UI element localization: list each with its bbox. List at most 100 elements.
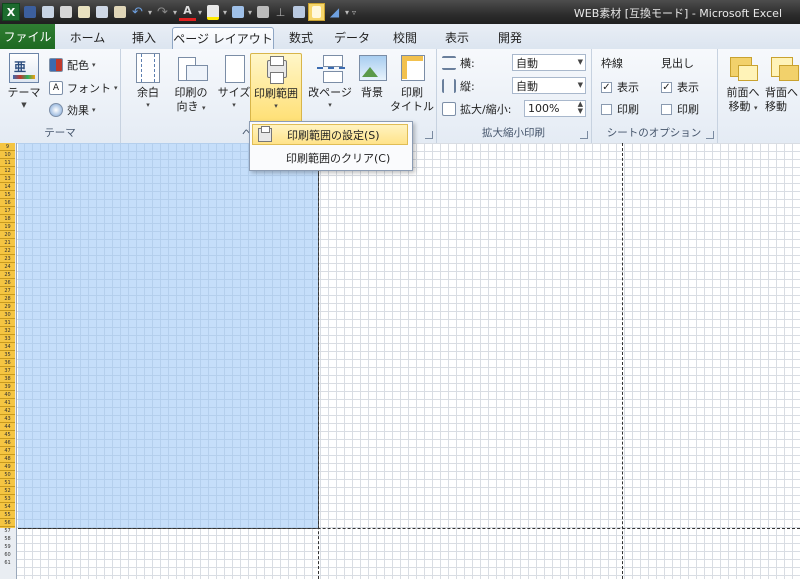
row-number[interactable]: 61 [0,559,15,567]
copy-icon[interactable] [93,3,110,21]
row-number[interactable]: 27 [0,287,15,295]
row-number[interactable]: 9 [0,143,15,151]
row-number[interactable]: 36 [0,359,15,367]
print-area-button[interactable]: 印刷範囲 ▾ [250,53,302,125]
picture-dropdown-icon[interactable]: ▾ [247,3,253,21]
row-number[interactable]: 43 [0,415,15,423]
themes-button[interactable]: 亜 テーマ ▼ [2,53,46,123]
format-painter-icon[interactable] [111,3,128,21]
font-color-dropdown-icon[interactable]: ▾ [197,3,203,21]
margins-button[interactable]: 余白 ▾ [126,53,170,123]
theme-effects-button[interactable]: 効果 ▾ [49,100,96,120]
row-number[interactable]: 17 [0,207,15,215]
tab-data[interactable]: データ [331,27,373,48]
tab-file[interactable]: ファイル [0,24,55,49]
tab-page-layout[interactable]: ページ レイアウト [172,27,274,49]
gridlines-view-checkbox[interactable]: ✓ 表示 [601,77,639,97]
headings-print-checkbox[interactable]: 印刷 [661,99,699,119]
tab-home[interactable]: ホーム [65,27,110,48]
redo-icon[interactable]: ↷ [154,3,171,21]
row-number[interactable]: 26 [0,279,15,287]
bring-forward-button[interactable]: 前面へ 移動 ▾ [723,53,763,123]
tab-view[interactable]: 表示 [436,27,478,48]
sheet-options-dialog-launcher-icon[interactable] [706,131,714,139]
row-number[interactable]: 28 [0,295,15,303]
row-number[interactable]: 47 [0,447,15,455]
menu-item-set-print-area[interactable]: 印刷範囲の設定(S) [252,124,408,145]
page-layout-view-icon[interactable] [308,3,325,21]
row-number[interactable]: 40 [0,391,15,399]
row-number[interactable]: 13 [0,175,15,183]
fill-color-dropdown-icon[interactable]: ▾ [222,3,228,21]
row-number[interactable]: 57 [0,527,15,535]
row-number[interactable]: 33 [0,335,15,343]
row-number[interactable]: 38 [0,375,15,383]
row-number[interactable]: 35 [0,351,15,359]
row-number[interactable]: 12 [0,167,15,175]
height-select[interactable]: 自動 ▼ [512,77,586,94]
row-number[interactable]: 19 [0,223,15,231]
row-number[interactable]: 42 [0,407,15,415]
camera-icon[interactable] [254,3,271,21]
row-number[interactable]: 11 [0,159,15,167]
tab-review[interactable]: 校閲 [384,27,426,48]
save-icon[interactable] [21,3,38,21]
excel-app-icon[interactable]: X [2,3,20,21]
breaks-button[interactable]: 改ページ ▾ [306,53,354,123]
font-color-icon[interactable]: A [179,3,196,21]
headings-view-checkbox[interactable]: ✓ 表示 [661,77,699,97]
tab-insert[interactable]: 挿入 [122,27,166,48]
row-number[interactable]: 60 [0,551,15,559]
freeze-panes-icon[interactable] [290,3,307,21]
fill-color-icon[interactable] [204,3,221,21]
pin-icon[interactable]: ⊥ [272,3,289,21]
row-number[interactable]: 25 [0,271,15,279]
tab-formulas[interactable]: 数式 [281,27,321,48]
row-number[interactable]: 34 [0,343,15,351]
print-titles-button[interactable]: 印刷 タイトル [390,53,434,123]
theme-fonts-button[interactable]: A フォント ▾ [49,78,118,98]
row-number[interactable]: 20 [0,231,15,239]
scale-spinner-icon[interactable]: ▲ ▼ [578,101,583,115]
tab-developer[interactable]: 開発 [489,27,531,48]
row-number[interactable]: 53 [0,495,15,503]
send-backward-button[interactable]: 背面へ 移動 [765,53,800,123]
row-number[interactable]: 51 [0,479,15,487]
print-icon[interactable] [57,3,74,21]
row-number[interactable]: 46 [0,439,15,447]
menu-item-clear-print-area[interactable]: 印刷範囲のクリア(C) [252,147,408,168]
picture-icon[interactable] [229,3,246,21]
row-number[interactable]: 54 [0,503,15,511]
redo-dropdown-icon[interactable]: ▾ [172,3,178,21]
row-headers[interactable]: 9 10 11 12 13 14 15 16 17 18 19 20 21 22 23 24 25 26 27 28 2… [0,143,17,579]
row-number[interactable]: 37 [0,367,15,375]
row-number[interactable]: 15 [0,191,15,199]
row-number[interactable]: 59 [0,543,15,551]
orientation-button[interactable]: 印刷の 向き ▾ [168,53,214,123]
background-button[interactable]: 背景 [350,53,394,123]
row-number[interactable]: 30 [0,311,15,319]
row-number[interactable]: 58 [0,535,15,543]
print-preview-icon[interactable] [39,3,56,21]
chart-icon[interactable]: ◢ [326,3,343,21]
row-number[interactable]: 55 [0,511,15,519]
row-number[interactable]: 50 [0,471,15,479]
row-number[interactable]: 21 [0,239,15,247]
width-select[interactable]: 自動 ▼ [512,54,586,71]
worksheet-grid[interactable]: 9 10 11 12 13 14 15 16 17 18 19 20 21 22 23 24 25 26 27 28 2… [0,143,800,579]
row-number[interactable]: 32 [0,327,15,335]
scale-percent-spinner[interactable]: 100% ▲ ▼ [524,100,586,117]
row-number[interactable]: 24 [0,263,15,271]
row-number[interactable]: 44 [0,423,15,431]
row-number[interactable]: 10 [0,151,15,159]
undo-dropdown-icon[interactable]: ▾ [147,3,153,21]
row-number[interactable]: 31 [0,319,15,327]
row-number[interactable]: 22 [0,247,15,255]
theme-colors-button[interactable]: 配色 ▾ [49,55,96,75]
row-number[interactable]: 39 [0,383,15,391]
row-number[interactable]: 45 [0,431,15,439]
undo-icon[interactable]: ↶ [129,3,146,21]
row-number[interactable]: 49 [0,463,15,471]
page-setup-dialog-launcher-icon[interactable] [425,131,433,139]
customize-qat-icon[interactable]: ▿ [351,3,357,21]
